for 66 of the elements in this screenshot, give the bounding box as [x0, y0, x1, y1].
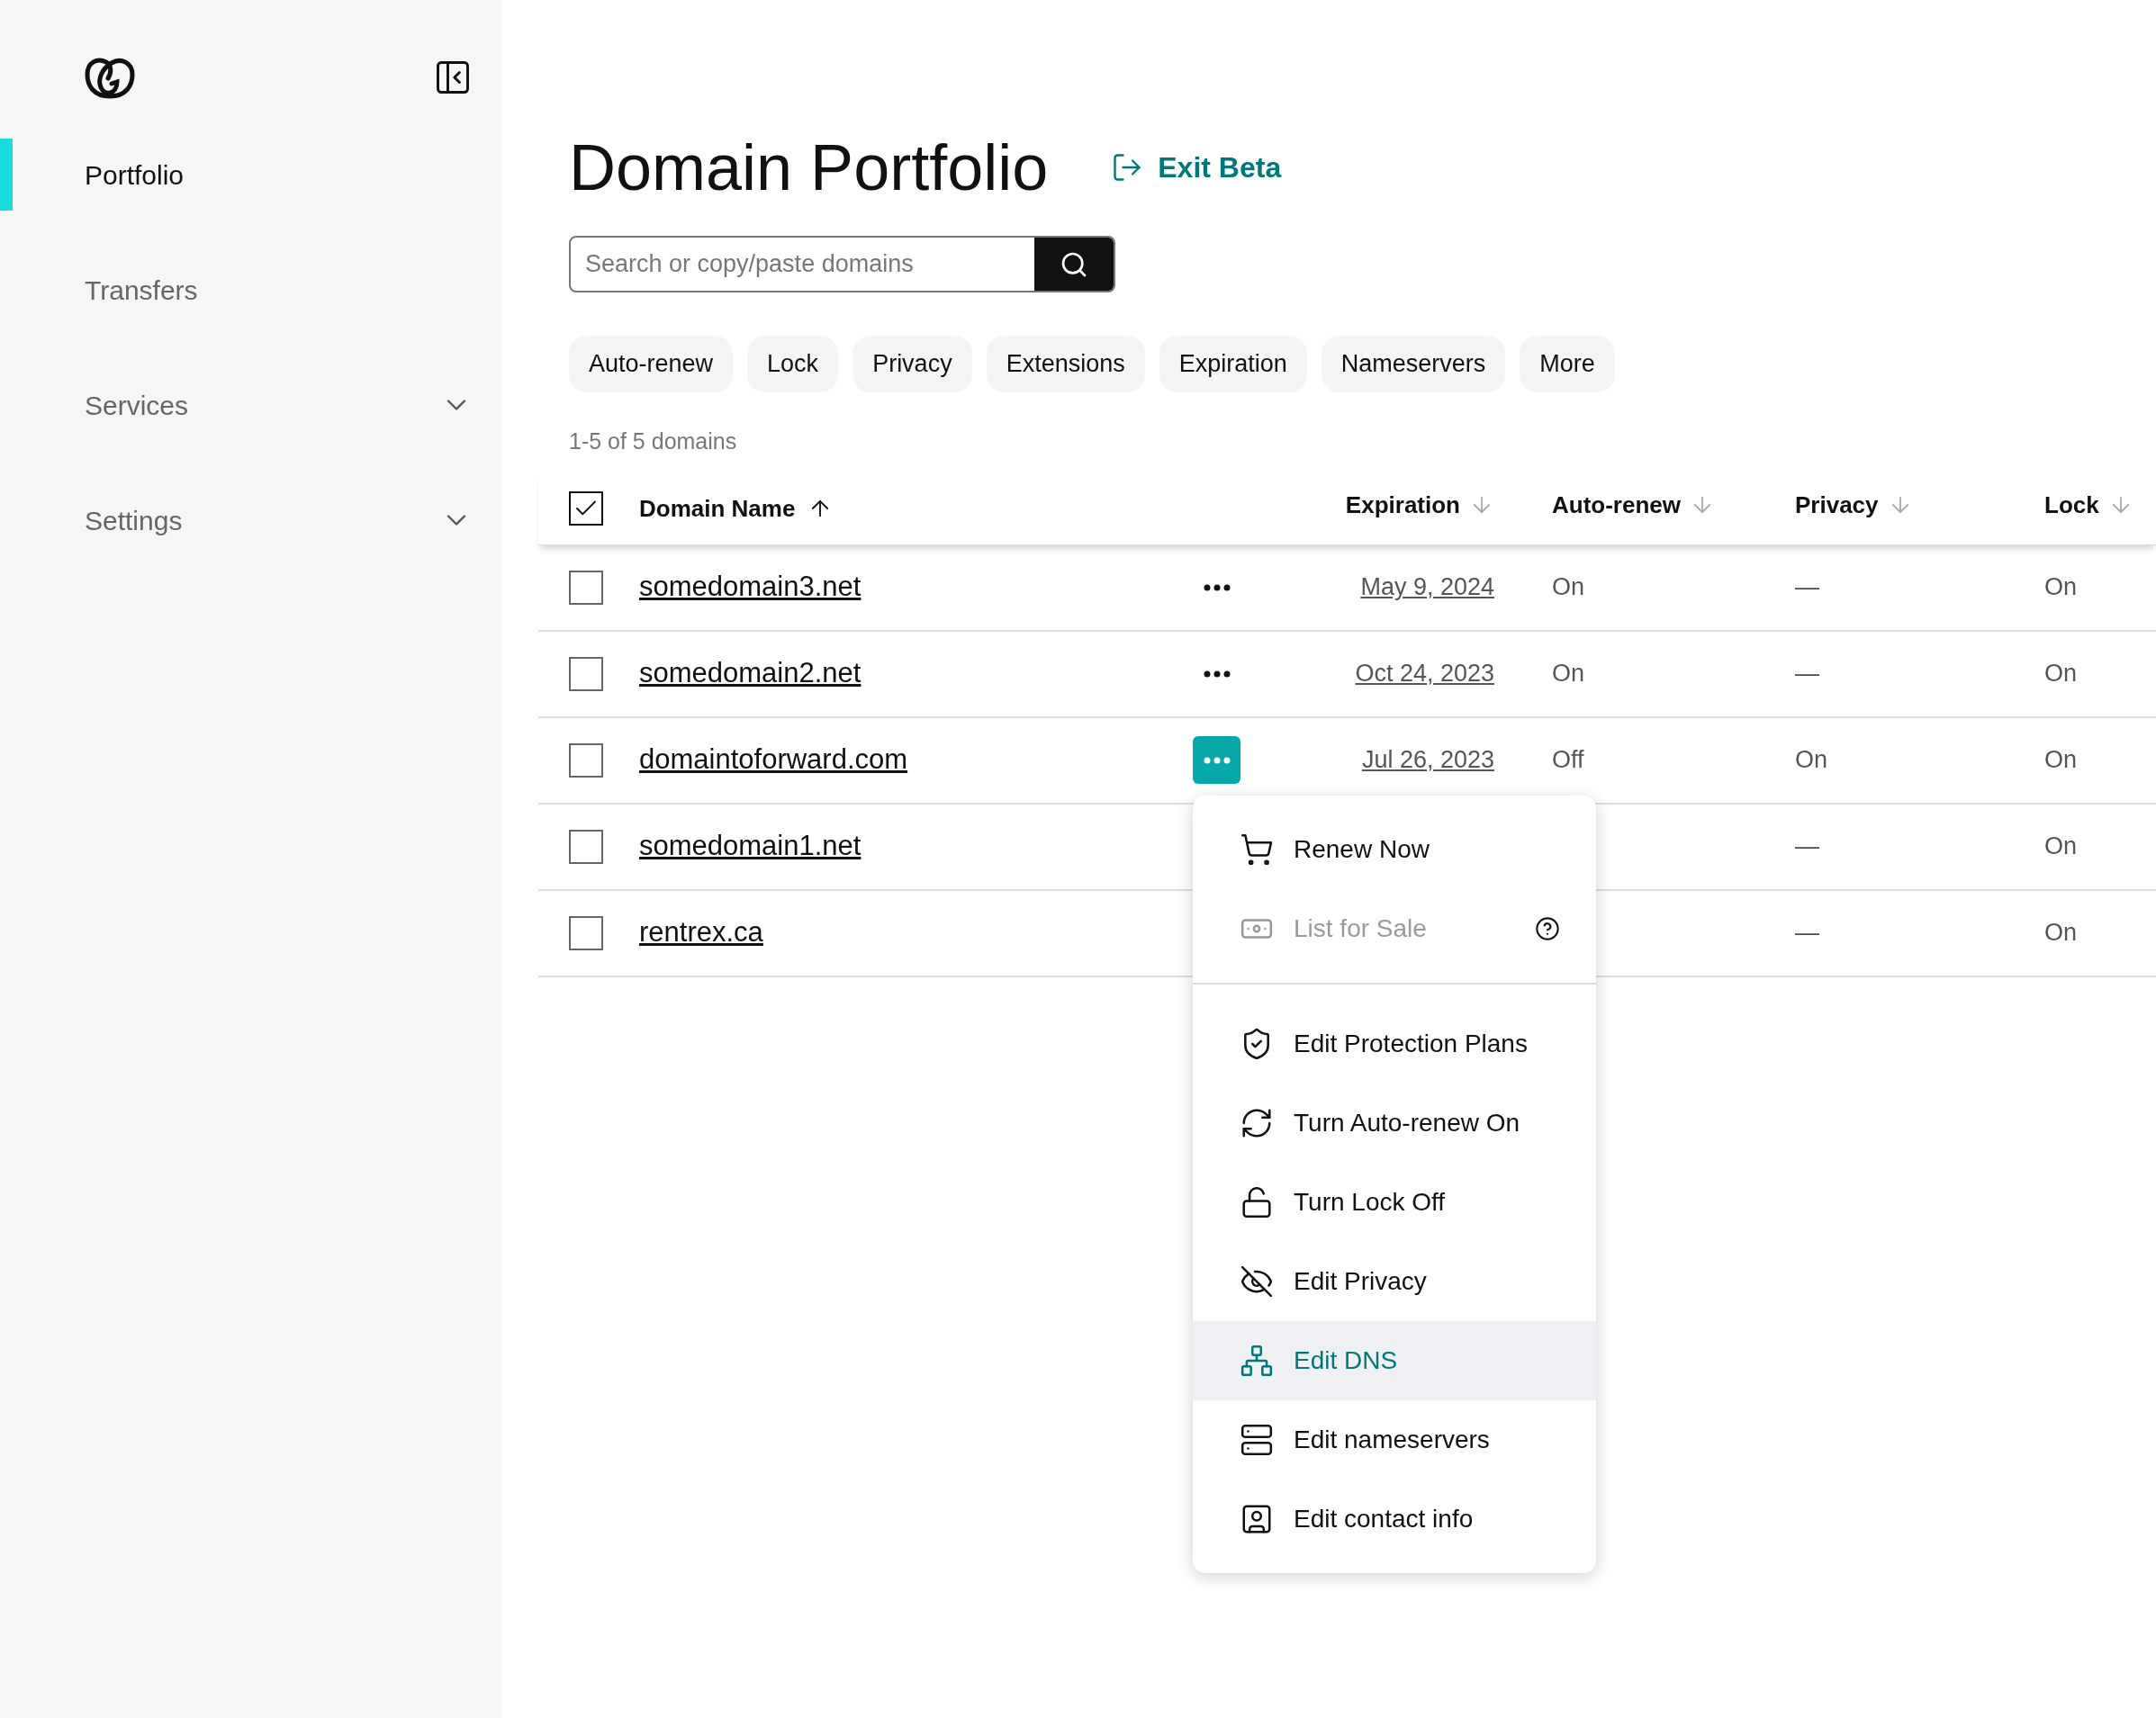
- column-header[interactable]: Expiration: [1345, 487, 1460, 523]
- expiration-date-link[interactable]: May 9, 2024: [1360, 569, 1494, 606]
- domain-link[interactable]: domaintoforward.com: [639, 739, 908, 781]
- table-cell: On: [2044, 660, 2078, 688]
- cart-icon: [1240, 832, 1274, 867]
- table-cell: —: [1795, 832, 1819, 860]
- search-field[interactable]: Search or copy/paste domains: [569, 236, 1115, 292]
- table-cell: On: [1795, 746, 1828, 774]
- domain-link[interactable]: rentrex.ca: [639, 912, 763, 954]
- menu-item[interactable]: Turn Lock Off: [1193, 1163, 1596, 1242]
- menu-item[interactable]: Renew Now: [1193, 810, 1596, 889]
- sidebar-item[interactable]: Services: [0, 369, 501, 441]
- table-cell: —: [1795, 919, 1819, 947]
- table-cell: —: [1795, 573, 1819, 601]
- sidebar-item[interactable]: Transfers: [0, 254, 501, 326]
- domain-link[interactable]: somedomain1.net: [639, 825, 861, 868]
- menu-item[interactable]: Edit Protection Plans: [1193, 1004, 1596, 1084]
- domain-link[interactable]: somedomain3.net: [639, 566, 861, 608]
- ellipsis-icon: [1203, 670, 1231, 678]
- menu-item[interactable]: Edit Privacy: [1193, 1242, 1596, 1321]
- ellipsis-icon: [1203, 756, 1231, 764]
- filter-chip[interactable]: Auto-renew: [569, 336, 734, 392]
- eye-off-icon: [1240, 1264, 1274, 1299]
- checkbox[interactable]: [569, 570, 603, 605]
- checkbox[interactable]: [569, 915, 603, 950]
- filter-chip[interactable]: Extensions: [986, 336, 1145, 392]
- menu-item[interactable]: Edit contact info: [1193, 1480, 1596, 1559]
- filter-chip[interactable]: More: [1520, 336, 1615, 392]
- unlocked-padlock-icon: [1240, 1185, 1274, 1219]
- network-icon: [1240, 1344, 1274, 1378]
- server-icon: [1240, 1423, 1274, 1457]
- page-title: Domain Portfolio: [569, 135, 1049, 200]
- table-cell: On: [1552, 660, 1585, 688]
- menu-item[interactable]: Turn Auto-renew On: [1193, 1084, 1596, 1163]
- checkbox[interactable]: [569, 656, 603, 691]
- table-cell: On: [2044, 832, 2078, 860]
- checkbox[interactable]: [569, 491, 603, 526]
- domain-link[interactable]: somedomain2.net: [639, 652, 861, 695]
- table-cell: On: [1552, 573, 1585, 601]
- column-header[interactable]: Domain Name: [639, 490, 796, 526]
- filter-chip[interactable]: Privacy: [852, 336, 972, 392]
- search-input[interactable]: Search or copy/paste domains: [571, 238, 1034, 291]
- results-count: 1-5 of 5 domains: [569, 427, 738, 455]
- menu-item[interactable]: Edit DNS: [1193, 1321, 1596, 1400]
- checkbox[interactable]: [569, 742, 603, 778]
- ellipsis-icon: [1203, 583, 1231, 591]
- search-button[interactable]: [1034, 238, 1114, 291]
- table-cell: Off: [1552, 746, 1584, 774]
- table-cell: —: [1795, 660, 1819, 688]
- menu-item[interactable]: Edit nameservers: [1193, 1400, 1596, 1480]
- contact-card-icon: [1240, 1502, 1274, 1536]
- checkbox[interactable]: [569, 829, 603, 864]
- table-cell: On: [2044, 573, 2078, 601]
- sidebar-item[interactable]: Portfolio: [0, 139, 501, 211]
- filter-chip[interactable]: Lock: [747, 336, 839, 392]
- expiration-date-link[interactable]: Jul 26, 2023: [1361, 742, 1494, 778]
- filter-chip[interactable]: Expiration: [1159, 336, 1307, 392]
- exit-beta-link[interactable]: Exit Beta: [1111, 146, 1282, 189]
- column-header[interactable]: Lock: [2044, 487, 2099, 523]
- table-cell: On: [2044, 746, 2078, 774]
- sidebar-item[interactable]: Settings: [0, 484, 501, 556]
- filter-chip[interactable]: Nameservers: [1321, 336, 1506, 392]
- column-header[interactable]: Privacy: [1795, 487, 1879, 523]
- expiration-date-link[interactable]: Oct 24, 2023: [1355, 655, 1494, 692]
- table-cell: On: [2044, 919, 2078, 947]
- column-header[interactable]: Auto-renew: [1552, 487, 1681, 523]
